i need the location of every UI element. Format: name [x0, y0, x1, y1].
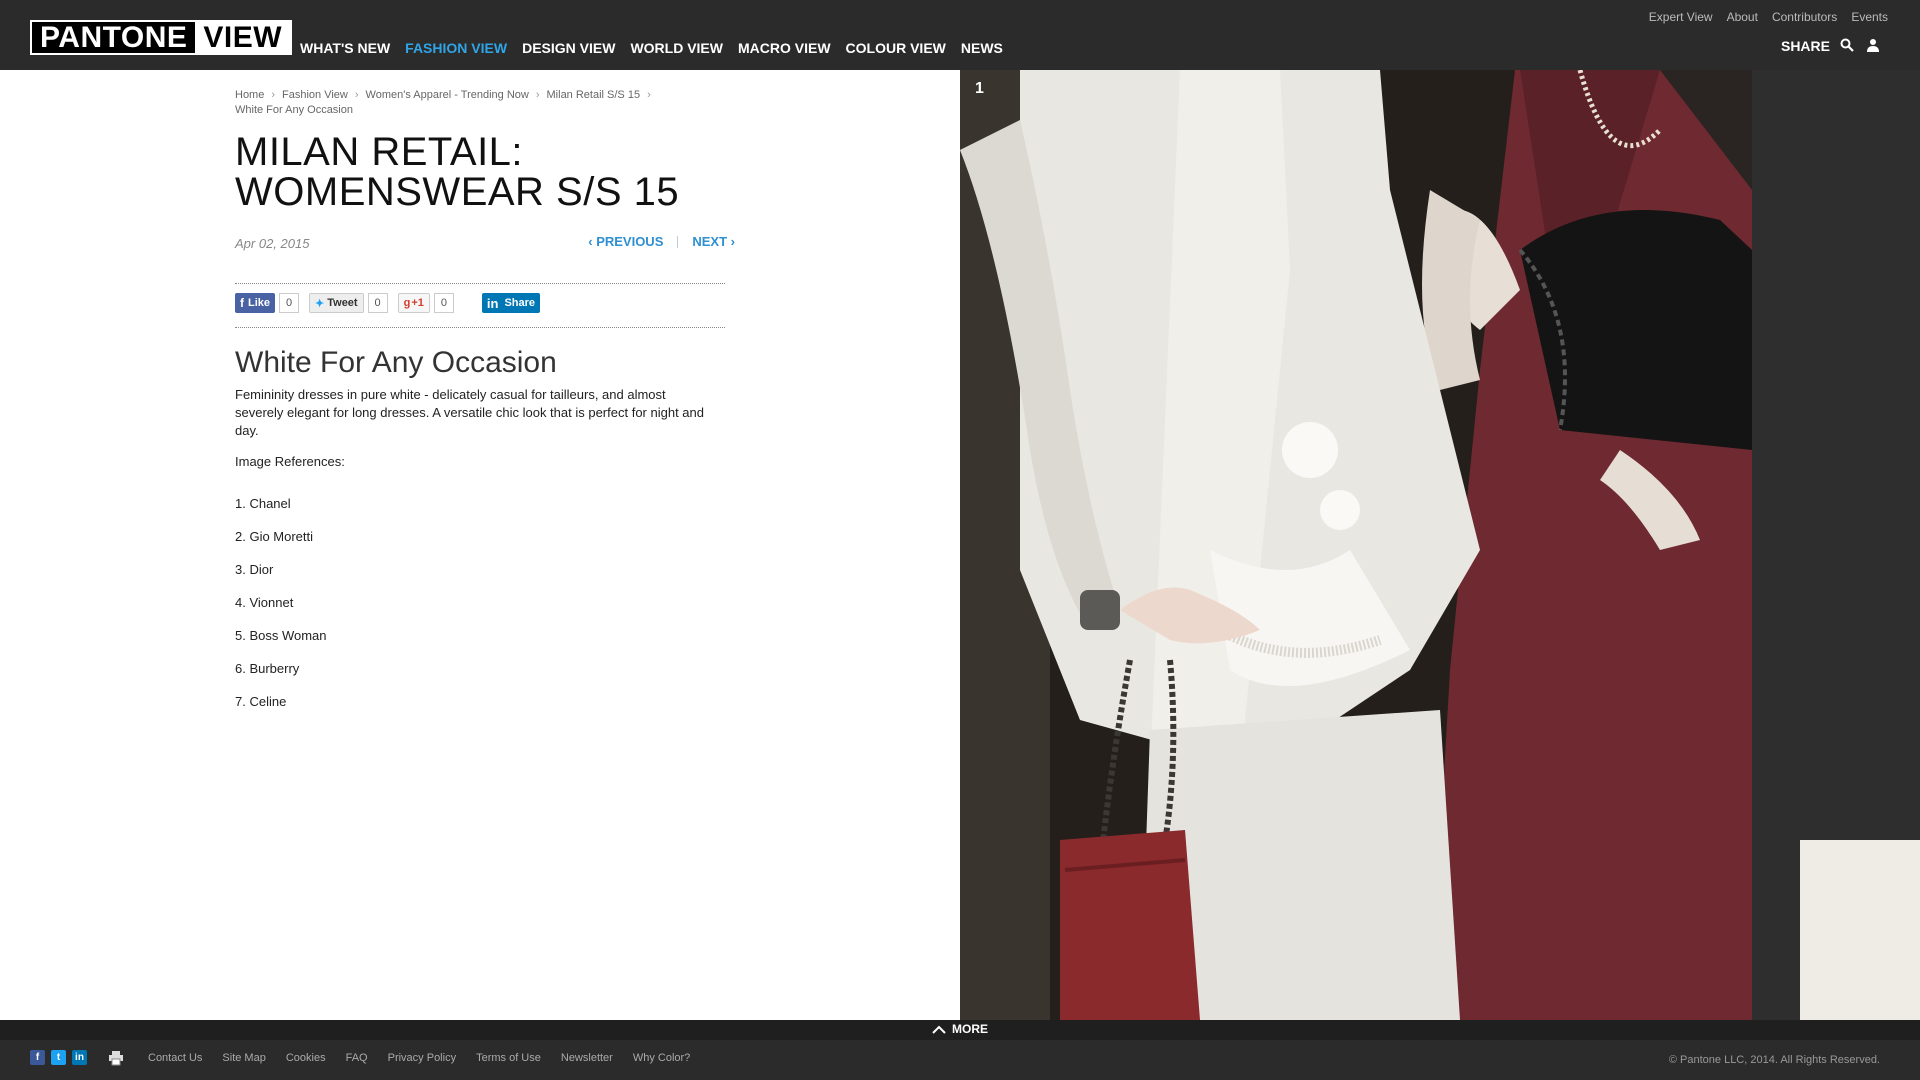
facebook-icon: f [240, 296, 244, 310]
list-item: 7. Celine [235, 694, 287, 709]
footer-link-privacy-policy[interactable]: Privacy Policy [388, 1052, 456, 1064]
breadcrumb: Home › Fashion View › Women's Apparel - Tren… [235, 88, 735, 118]
nav-whats-new[interactable]: WHAT'S NEW [300, 40, 390, 56]
gplus-count: 0 [433, 293, 454, 313]
linkedin-icon[interactable]: in [72, 1050, 87, 1065]
nav-news[interactable]: NEWS [961, 40, 1003, 56]
share-button[interactable]: SHARE [1781, 38, 1830, 54]
image-references-list: 1. Chanel 2. Gio Moretti 3. Dior 4. Vion… [235, 487, 327, 718]
user-icon[interactable] [1866, 38, 1882, 54]
google-plus-button[interactable]: g +1 [397, 293, 430, 313]
print-icon[interactable] [108, 1050, 124, 1071]
footer-link-newsletter[interactable]: Newsletter [561, 1052, 613, 1064]
list-item: 5. Boss Woman [235, 628, 327, 643]
facebook-icon[interactable]: f [30, 1050, 45, 1065]
previous-label: PREVIOUS [596, 234, 664, 249]
nav-colour-view[interactable]: COLOUR VIEW [846, 40, 946, 56]
search-icon[interactable] [1840, 38, 1856, 54]
page-title: MILAN RETAIL: WOMENSWEAR S/S 15 [235, 132, 679, 212]
topnav-about[interactable]: About [1727, 10, 1758, 24]
next-label: NEXT [692, 234, 728, 249]
twitter-icon[interactable]: t [51, 1050, 66, 1065]
twitter-icon: ✦ [315, 297, 325, 310]
article-description: Femininity dresses in pure white - delic… [235, 387, 704, 438]
main-nav: WHAT'S NEW FASHION VIEW DESIGN VIEW WORL… [300, 40, 1003, 56]
previous-button[interactable]: ‹ PREVIOUS [588, 234, 663, 249]
article-date: Apr 02, 2015 [235, 236, 310, 251]
site-header: PANTONE VIEW WHAT'S NEW FASHION VIEW DES… [0, 0, 1920, 70]
gallery-image-number: 1 [975, 80, 984, 97]
footer-link-site-map[interactable]: Site Map [222, 1052, 265, 1064]
linkedin-share-button[interactable]: in Share [481, 293, 541, 313]
header-share-area: SHARE [1781, 38, 1882, 54]
topnav-events[interactable]: Events [1851, 10, 1888, 24]
breadcrumb-chevron-icon: › [647, 89, 651, 101]
image-references-heading: Image References: [235, 454, 345, 469]
footer-link-why-color[interactable]: Why Color? [633, 1052, 690, 1064]
top-nav: Expert View About Contributors Events [1649, 10, 1888, 24]
linkedin-share-label: Share [504, 297, 536, 309]
list-item: 2. Gio Moretti [235, 529, 314, 544]
logo-text-pantone: PANTONE [32, 22, 196, 53]
like-count: 0 [279, 293, 300, 313]
page-title-line-1: MILAN RETAIL: [235, 130, 524, 174]
list-item: 4. Vionnet [235, 595, 294, 610]
topnav-expert-view[interactable]: Expert View [1649, 10, 1713, 24]
like-label: Like [248, 297, 271, 309]
pager-divider [677, 235, 679, 248]
divider-bottom [235, 327, 725, 328]
breadcrumb-home[interactable]: Home [235, 89, 264, 101]
breadcrumb-milan-retail[interactable]: Milan Retail S/S 15 [547, 89, 641, 101]
breadcrumb-chevron-icon: › [354, 89, 359, 101]
footer-link-contact-us[interactable]: Contact Us [148, 1052, 202, 1064]
list-item: 6. Burberry [235, 661, 300, 676]
tweet-count: 0 [367, 293, 388, 313]
next-button[interactable]: NEXT › [692, 234, 735, 249]
footer-link-terms-of-use[interactable]: Terms of Use [476, 1052, 541, 1064]
gallery-thumbnail[interactable] [1800, 840, 1920, 1020]
footer-social-icons: f t in [30, 1050, 87, 1065]
gallery-image[interactable] [960, 70, 1752, 1020]
list-item: 1. Chanel [235, 496, 291, 511]
pantone-view-logo[interactable]: PANTONE VIEW [30, 20, 293, 55]
breadcrumb-chevron-icon: › [535, 89, 540, 101]
nav-design-view[interactable]: DESIGN VIEW [522, 40, 615, 56]
topnav-contributors[interactable]: Contributors [1772, 10, 1837, 24]
breadcrumb-fashion-view[interactable]: Fashion View [282, 89, 348, 101]
breadcrumb-womens-apparel[interactable]: Women's Apparel - Trending Now [366, 89, 529, 101]
divider-top [235, 283, 725, 284]
tweet-button[interactable]: ✦ Tweet [309, 293, 364, 313]
google-plus-icon: g [403, 297, 411, 309]
linkedin-icon: in [486, 295, 499, 311]
social-share-bar: f Like 0 ✦ Tweet 0 g +1 0 in Share [235, 293, 541, 313]
chevron-right-icon: › [727, 234, 735, 249]
mannequin-photo-illustration [960, 70, 1752, 1020]
chevron-left-icon: ‹ [588, 234, 597, 249]
footer-links: Contact Us Site Map Cookies FAQ Privacy … [148, 1052, 690, 1064]
nav-world-view[interactable]: WORLD VIEW [630, 40, 723, 56]
chevron-up-icon [932, 1025, 946, 1034]
footer-link-cookies[interactable]: Cookies [286, 1052, 326, 1064]
tweet-label: Tweet [327, 297, 358, 309]
list-item: 3. Dior [235, 562, 274, 577]
more-button[interactable]: MORE [932, 1022, 988, 1036]
more-label: MORE [952, 1022, 988, 1036]
gplus-label: +1 [411, 297, 424, 309]
article-pager: ‹ PREVIOUS NEXT › [588, 234, 735, 249]
nav-macro-view[interactable]: MACRO VIEW [738, 40, 831, 56]
breadcrumb-current: White For Any Occasion [235, 104, 353, 116]
breadcrumb-chevron-icon: › [271, 89, 276, 101]
logo-text-view: VIEW [195, 22, 291, 53]
copyright-text: © Pantone LLC, 2014. All Rights Reserved… [1668, 1054, 1880, 1066]
footer-link-faq[interactable]: FAQ [346, 1052, 368, 1064]
facebook-like-button[interactable]: f Like [235, 293, 276, 313]
nav-fashion-view[interactable]: FASHION VIEW [405, 40, 507, 56]
page-title-line-2: WOMENSWEAR S/S 15 [235, 170, 680, 214]
article-subtitle: White For Any Occasion [235, 346, 557, 379]
